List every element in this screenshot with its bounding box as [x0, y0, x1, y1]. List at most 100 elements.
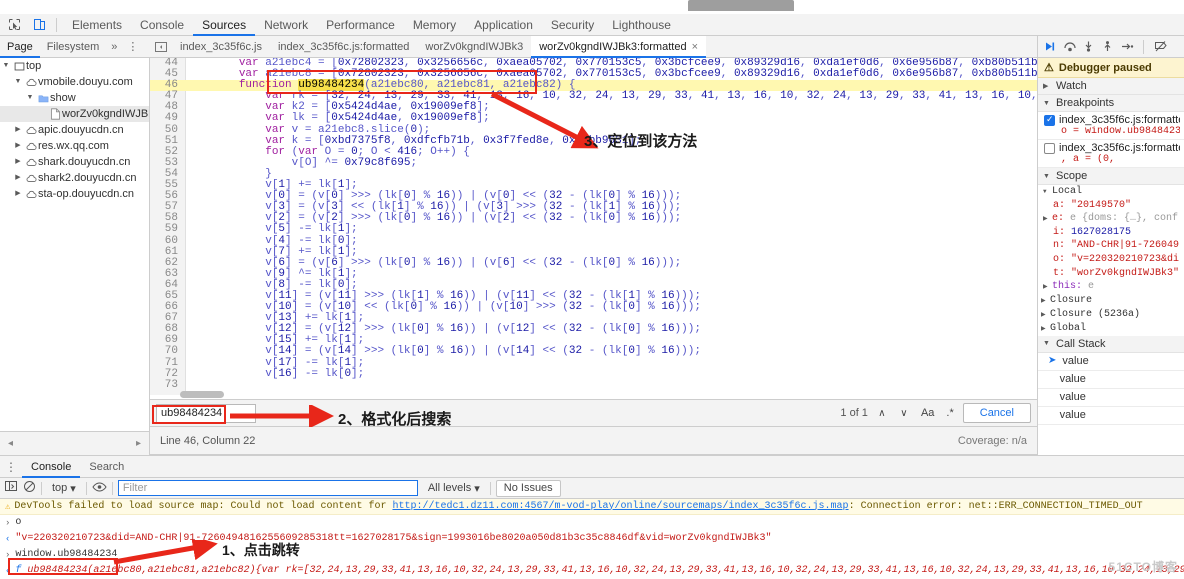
- editor-tab-index-formatted[interactable]: index_3c35f6c.js:formatted: [270, 36, 417, 58]
- call-stack-frame[interactable]: value: [1038, 389, 1184, 407]
- breakpoint-checkbox[interactable]: [1044, 114, 1055, 126]
- tree-item[interactable]: ▶ sta-op.douyucdn.cn: [0, 186, 149, 202]
- code-editor[interactable]: 44 var a21ebc4 = [0x72802323, 0x3256656c…: [150, 58, 1037, 395]
- scroll-left-icon[interactable]: ◂: [8, 438, 13, 449]
- call-stack-frame[interactable]: value: [1038, 407, 1184, 425]
- breakpoints-list[interactable]: index_3c35f6c.js:formatteo = window.ub98…: [1038, 112, 1184, 168]
- tree-item[interactable]: ▼ top: [0, 58, 149, 74]
- console-context-selector[interactable]: top ▾: [47, 482, 81, 495]
- chevron-right-icon[interactable]: ▶: [12, 122, 24, 138]
- tab-application[interactable]: Application: [465, 14, 542, 36]
- console-text[interactable]: ub98484234(a21ebc80,a21ebc81,a21ebc82){v…: [27, 563, 1184, 579]
- scope-variable[interactable]: ▶ this: e: [1038, 280, 1184, 294]
- tab-elements[interactable]: Elements: [63, 14, 131, 36]
- search-next-button[interactable]: ∨: [896, 408, 912, 419]
- scope-variable[interactable]: i: 1627028175: [1038, 226, 1184, 240]
- tree-item[interactable]: ▶ apic.douyucdn.cn: [0, 122, 149, 138]
- scope-variable[interactable]: t: "worZv0kgndIWJBk3": [1038, 267, 1184, 281]
- file-tree[interactable]: ▼ top ▼ vmobile.douyu.com ▼ show worZv0kgndIWJ…: [0, 58, 150, 431]
- tab-security[interactable]: Security: [542, 14, 603, 36]
- console-link[interactable]: http://tedc1.dz11.com:4567/m-vod-play/on…: [392, 501, 848, 512]
- tab-sources[interactable]: Sources: [193, 14, 255, 36]
- search-input[interactable]: [156, 403, 256, 423]
- deactivate-breakpoints-icon[interactable]: [1152, 38, 1169, 56]
- nav-more-tabs-icon[interactable]: »: [106, 41, 122, 53]
- scrollbar-thumb[interactable]: [180, 391, 224, 398]
- step-into-icon[interactable]: [1080, 38, 1097, 56]
- call-stack-frame[interactable]: value: [1038, 371, 1184, 389]
- editor-horizontal-scrollbar[interactable]: [150, 390, 1037, 399]
- tab-performance[interactable]: Performance: [317, 14, 404, 36]
- breakpoint-item[interactable]: index_3c35f6c.js:formatte, a = (0,: [1038, 140, 1184, 168]
- scope-variable[interactable]: n: "AND-CHR|91-726049: [1038, 239, 1184, 253]
- scope-group[interactable]: ▶ Closure: [1038, 294, 1184, 308]
- step-over-icon[interactable]: [1061, 38, 1078, 56]
- search-prev-button[interactable]: ∧: [874, 408, 890, 419]
- console-output[interactable]: ‹ "v=220320210723&did=AND-CHR|91-72604948…: [0, 531, 1184, 547]
- scope-variable[interactable]: o: "v=220320210723&di: [1038, 253, 1184, 267]
- nav-tab-page[interactable]: Page: [0, 36, 40, 58]
- tree-item[interactable]: ▶ shark.douyucdn.cn: [0, 154, 149, 170]
- chevron-down-icon[interactable]: ▼: [24, 90, 36, 106]
- editor-tab-index[interactable]: index_3c35f6c.js: [172, 36, 270, 58]
- breakpoint-item[interactable]: index_3c35f6c.js:formatteo = window.ub98…: [1038, 112, 1184, 140]
- drawer-tab-search[interactable]: Search: [80, 456, 133, 478]
- scope-variable[interactable]: ▶ e: e {doms: {…}, conf: [1038, 212, 1184, 226]
- clear-console-icon[interactable]: [23, 480, 36, 496]
- log-levels-selector[interactable]: All levels ▾: [423, 482, 485, 495]
- editor-tab-nav-icon[interactable]: [150, 41, 172, 53]
- device-toolbar-icon[interactable]: [28, 15, 50, 35]
- resume-icon[interactable]: [1042, 38, 1059, 56]
- tree-item[interactable]: ▶ res.wx.qq.com: [0, 138, 149, 154]
- live-expression-icon[interactable]: [92, 481, 107, 496]
- console-message-list[interactable]: ⚠ DevTools failed to load source map: Cou…: [0, 499, 1184, 579]
- match-case-toggle[interactable]: Aa: [918, 407, 937, 419]
- chevron-right-icon[interactable]: ▶: [12, 154, 24, 170]
- chevron-right-icon[interactable]: ▶: [1043, 212, 1052, 226]
- step-out-icon[interactable]: [1099, 38, 1116, 56]
- breakpoint-checkbox[interactable]: [1044, 142, 1055, 154]
- inspect-element-icon[interactable]: [3, 15, 25, 35]
- chevron-down-icon[interactable]: ▼: [0, 58, 12, 74]
- chevron-right-icon[interactable]: ▶: [12, 138, 24, 154]
- cancel-button[interactable]: Cancel: [962, 403, 1031, 423]
- regex-toggle[interactable]: .*: [943, 407, 956, 419]
- show-console-sidebar-icon[interactable]: [5, 480, 18, 496]
- drawer-menu-icon[interactable]: ⋮: [0, 460, 22, 474]
- step-icon[interactable]: [1118, 38, 1135, 56]
- tab-lighthouse[interactable]: Lighthouse: [603, 14, 680, 36]
- code-line[interactable]: 53 v[O] ^= 0x79c8f695;: [150, 157, 1037, 169]
- chevron-down-icon[interactable]: ▼: [12, 74, 24, 90]
- drawer-tab-console[interactable]: Console: [22, 456, 80, 478]
- issues-button[interactable]: No Issues: [495, 479, 561, 497]
- scope-group[interactable]: ▶ Global: [1038, 322, 1184, 336]
- tab-network[interactable]: Network: [255, 14, 317, 36]
- section-header-watch[interactable]: ▶ Watch: [1038, 78, 1184, 95]
- scroll-right-icon[interactable]: ▸: [136, 438, 141, 449]
- scope-variable[interactable]: a: "20149570": [1038, 199, 1184, 213]
- tree-item[interactable]: ▼ vmobile.douyu.com: [0, 74, 149, 90]
- call-stack-frame[interactable]: ➤ value: [1038, 353, 1184, 371]
- section-header-scope[interactable]: ▼ Scope: [1038, 168, 1184, 185]
- console-filter-input[interactable]: Filter: [117, 480, 418, 496]
- call-stack-list[interactable]: ➤ value value value value: [1038, 353, 1184, 425]
- tree-item[interactable]: ▶ shark2.douyucdn.cn: [0, 170, 149, 186]
- console-input-echo[interactable]: › window.ub98484234: [0, 547, 1184, 563]
- scope-variables-list[interactable]: ▼ Local a: "20149570" ▶ e: e {doms: {…}, con…: [1038, 185, 1184, 336]
- tree-item[interactable]: ▼ show: [0, 90, 149, 106]
- console-warning-message[interactable]: ⚠ DevTools failed to load source map: Cou…: [0, 499, 1184, 515]
- tree-item[interactable]: worZv0kgndIWJBk3: [0, 106, 149, 122]
- code-line[interactable]: 72 v[16] -= lk[0];: [150, 368, 1037, 380]
- scope-local-header[interactable]: ▼ Local: [1038, 185, 1184, 199]
- nav-menu-icon[interactable]: ⋮: [122, 40, 143, 53]
- nav-tab-filesystem[interactable]: Filesystem: [40, 36, 107, 58]
- section-header-breakpoints[interactable]: ▼ Breakpoints: [1038, 95, 1184, 112]
- chevron-right-icon[interactable]: ▶: [12, 186, 24, 202]
- console-function-output[interactable]: ‹ f ub98484234(a21ebc80,a21ebc81,a21ebc82…: [0, 563, 1184, 579]
- close-icon[interactable]: ×: [692, 36, 698, 58]
- chevron-right-icon[interactable]: ▶: [1043, 280, 1052, 294]
- chevron-right-icon[interactable]: ▶: [12, 170, 24, 186]
- tab-console[interactable]: Console: [131, 14, 193, 36]
- tab-memory[interactable]: Memory: [404, 14, 465, 36]
- editor-tab-worzv[interactable]: worZv0kgndIWJBk3: [417, 36, 531, 58]
